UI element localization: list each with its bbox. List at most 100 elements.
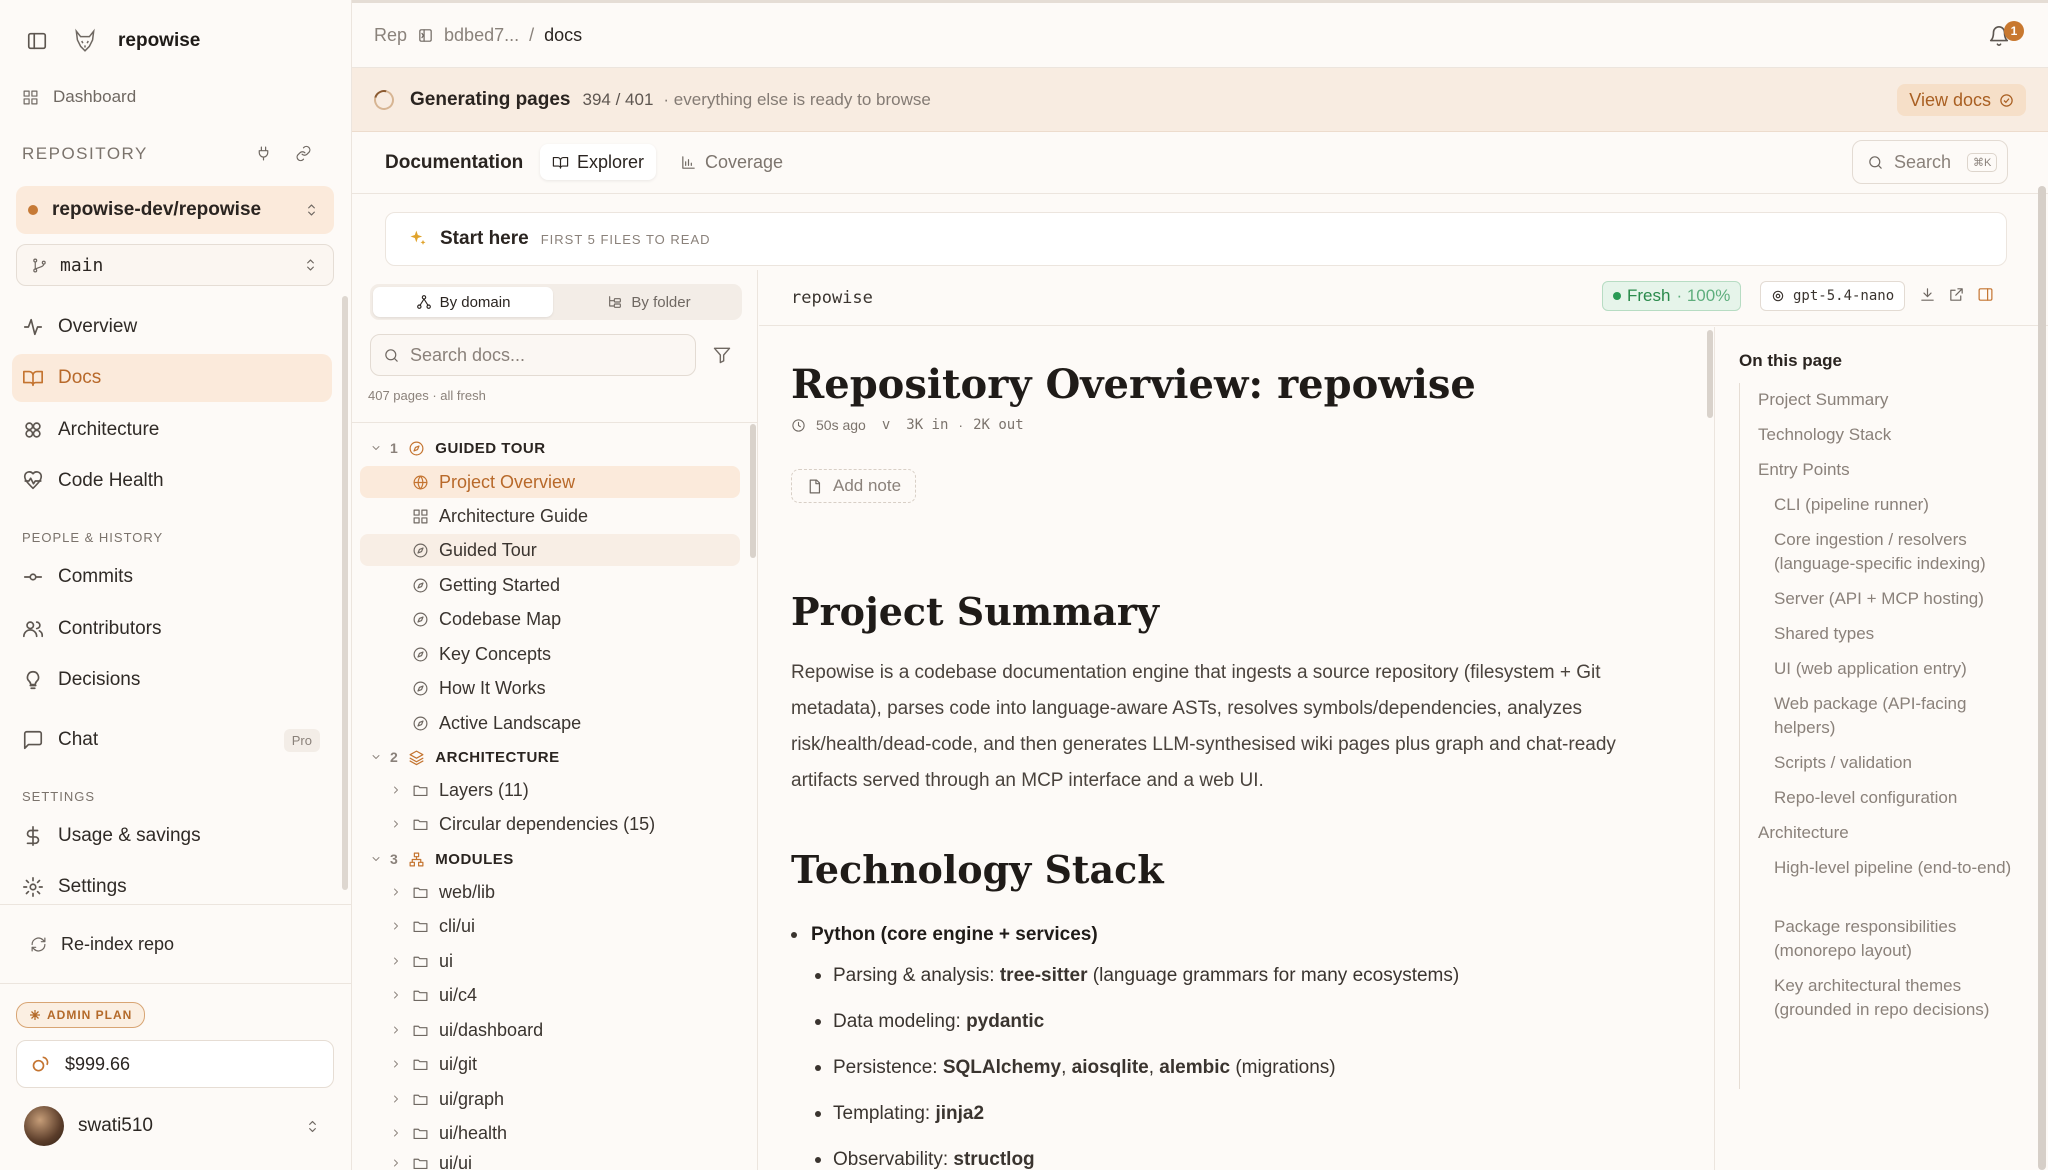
- chevron-updown-icon: [308, 204, 315, 216]
- tree-item-label: Architecture Guide: [439, 505, 589, 526]
- tree-folder-layers[interactable]: Layers (11): [360, 774, 740, 806]
- tree-item-label: web/lib: [439, 881, 496, 902]
- repo-status-dot: [28, 205, 38, 215]
- chevron-right-icon: [394, 991, 398, 999]
- admin-plan-badge: ADMIN PLAN: [16, 1002, 146, 1028]
- tree-folder-ui-git[interactable]: ui/git: [360, 1048, 740, 1080]
- nav-architecture[interactable]: Architecture: [12, 406, 332, 454]
- tree-folder-ui-graph[interactable]: ui/graph: [360, 1083, 740, 1115]
- branch-selector[interactable]: main: [16, 244, 334, 286]
- nav-usage-savings[interactable]: Usage & savings: [12, 812, 332, 860]
- tree-item-how-it-works[interactable]: How It Works: [360, 672, 740, 704]
- tree-group-guided-tour[interactable]: 1 GUIDED TOUR: [360, 432, 740, 464]
- tree-folder-web-lib[interactable]: web/lib: [360, 876, 740, 908]
- by-folder-button[interactable]: By folder: [559, 287, 739, 317]
- tree-item-codebase-map[interactable]: Codebase Map: [360, 603, 740, 635]
- tree-group-architecture[interactable]: 2 ARCHITECTURE: [360, 741, 740, 773]
- tree-folder-ui-ui[interactable]: ui/ui: [360, 1151, 740, 1170]
- toc-item[interactable]: Architecture: [1758, 821, 2038, 845]
- view-docs-label: View docs: [1909, 89, 1991, 110]
- tree-folder-ui[interactable]: ui: [360, 945, 740, 977]
- tree-folder-ui-c4[interactable]: ui/c4: [360, 979, 740, 1011]
- tab-coverage[interactable]: Coverage: [668, 144, 795, 180]
- tree-mode-toggle: By domain By folder: [370, 284, 742, 320]
- toc-item[interactable]: Key architectural themes (grounded in re…: [1774, 974, 2024, 1022]
- chevron-right-icon: [394, 1095, 398, 1103]
- toc-item[interactable]: Entry Points: [1758, 458, 2038, 482]
- page-scrollbar[interactable]: [2038, 186, 2046, 1170]
- meta-tokens-in: 3K in: [906, 417, 949, 433]
- sidebar-scrollbar[interactable]: [342, 296, 348, 890]
- external-link-icon[interactable]: [1948, 286, 1965, 303]
- group-name: MODULES: [435, 850, 514, 868]
- folder-icon: [413, 1094, 428, 1105]
- tree-item-architecture-guide[interactable]: Architecture Guide: [360, 500, 740, 532]
- toc-item[interactable]: High-level pipeline (end-to-end): [1774, 856, 2024, 880]
- tree-item-label: Circular dependencies (15): [439, 813, 656, 834]
- sidebar-toggle-icon[interactable]: [26, 30, 48, 52]
- toc-item[interactable]: Scripts / validation: [1774, 751, 2024, 775]
- crumb-hash[interactable]: bdbed7...: [444, 25, 519, 46]
- user-menu[interactable]: swati510: [24, 1106, 153, 1146]
- toc-item[interactable]: Project Summary: [1758, 388, 2038, 412]
- plug-icon[interactable]: [255, 145, 272, 162]
- coins-icon: [32, 1056, 49, 1072]
- toc-item[interactable]: CLI (pipeline runner): [1774, 493, 2024, 517]
- tree-folder-cli-ui[interactable]: cli/ui: [360, 910, 740, 942]
- crumb-rep[interactable]: Rep: [374, 25, 407, 46]
- toc-item[interactable]: Server (API + MCP hosting): [1774, 587, 2024, 611]
- nav-overview[interactable]: Overview: [12, 303, 332, 351]
- filter-icon[interactable]: [712, 345, 732, 365]
- reindex-button[interactable]: Re-index repo: [12, 920, 332, 968]
- global-search[interactable]: Search ⌘K: [1852, 140, 2008, 184]
- tree-scrollbar[interactable]: [750, 424, 756, 558]
- clock-icon: [792, 418, 805, 432]
- nav-commits[interactable]: Commits: [12, 553, 332, 601]
- start-here-card[interactable]: Start here FIRST 5 FILES TO READ: [385, 212, 2007, 266]
- nav-contributors[interactable]: Contributors: [12, 605, 332, 653]
- tree-item-getting-started[interactable]: Getting Started: [360, 569, 740, 601]
- nav-decisions[interactable]: Decisions: [12, 656, 332, 704]
- toc-item[interactable]: Core ingestion / resolvers (language-spe…: [1774, 528, 2024, 576]
- tree-item-label: Active Landscape: [439, 712, 582, 733]
- list-item-bold: SQLAlchemy: [942, 1057, 1062, 1078]
- tree-item-project-overview[interactable]: Project Overview: [360, 466, 740, 498]
- nav-docs[interactable]: Docs: [12, 354, 332, 402]
- article-scrollbar[interactable]: [1707, 330, 1713, 418]
- tab-explorer[interactable]: Explorer: [540, 144, 657, 180]
- docs-search-input[interactable]: Search docs...: [370, 334, 696, 376]
- toc-item[interactable]: Web package (API-facing helpers): [1774, 692, 2024, 740]
- toc-title: On this page: [1739, 351, 1842, 370]
- brand[interactable]: repowise: [72, 28, 200, 54]
- nav-code-health[interactable]: Code Health: [12, 457, 332, 505]
- nav-dashboard[interactable]: Dashboard: [12, 75, 332, 119]
- repo-selector[interactable]: repowise-dev/repowise: [16, 186, 334, 234]
- link-icon[interactable]: [295, 145, 312, 162]
- add-note-button[interactable]: Add note: [791, 469, 917, 503]
- tree-item-guided-tour[interactable]: Guided Tour: [360, 534, 740, 566]
- folder-icon: [413, 887, 428, 898]
- by-domain-button[interactable]: By domain: [373, 287, 553, 317]
- chevron-updown-icon[interactable]: [304, 1118, 321, 1135]
- chevron-right-icon: [394, 957, 398, 965]
- nav-chat[interactable]: Chat Pro: [12, 716, 332, 764]
- tree-folder-circular-dependencies[interactable]: Circular dependencies (15): [360, 808, 740, 840]
- view-docs-button[interactable]: View docs: [1897, 84, 2026, 116]
- toc-item[interactable]: Shared types: [1774, 622, 2024, 646]
- tree-folder-ui-dashboard[interactable]: ui/dashboard: [360, 1014, 740, 1046]
- tree-item-key-concepts[interactable]: Key Concepts: [360, 638, 740, 670]
- download-icon[interactable]: [1919, 286, 1936, 303]
- tree-group-modules[interactable]: 3 MODULES: [360, 843, 740, 875]
- sidebar-panel-icon[interactable]: [417, 27, 434, 44]
- tree-item-active-landscape[interactable]: Active Landscape: [360, 707, 740, 739]
- toc-item[interactable]: Repo-level configuration: [1774, 786, 2024, 810]
- docs-search-placeholder: Search docs...: [410, 344, 526, 365]
- start-here-title: Start here: [440, 228, 529, 249]
- tree-folder-ui-health[interactable]: ui/health: [360, 1117, 740, 1149]
- toc-item[interactable]: Package responsibilities (monorepo layou…: [1774, 915, 2024, 963]
- panel-right-icon[interactable]: [1977, 286, 1994, 303]
- nav-chat-label: Chat: [58, 729, 99, 750]
- toc-item[interactable]: UI (web application entry): [1774, 657, 2024, 681]
- generating-title: Generating pages: [410, 88, 571, 110]
- toc-item[interactable]: Technology Stack: [1758, 423, 2038, 447]
